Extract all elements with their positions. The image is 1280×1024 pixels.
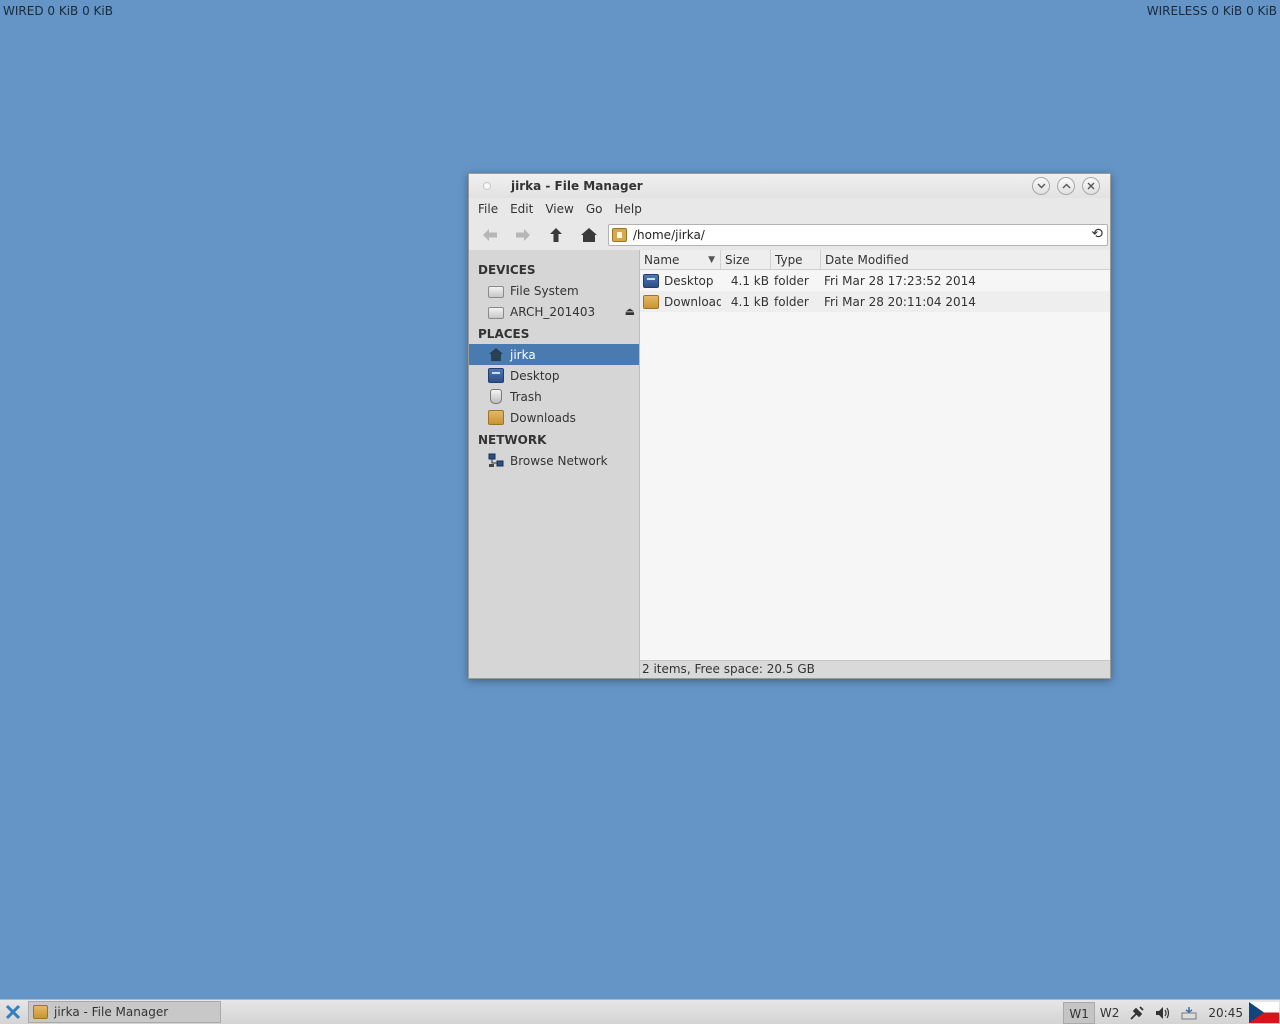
network-icon — [488, 453, 504, 467]
sidebar-item-arch[interactable]: ARCH_201403 ⏏ — [469, 301, 639, 322]
parent-folder-button[interactable] — [543, 223, 569, 247]
workspace-1-button[interactable]: W1 — [1063, 1001, 1095, 1024]
file-list-pane: Name ▼ Size Type Date Modified Desktop 4… — [640, 250, 1110, 678]
drive-icon — [488, 286, 504, 298]
sidebar-item-label: Downloads — [510, 410, 576, 425]
minimize-button[interactable] — [1032, 177, 1050, 195]
taskbar-item-file-manager[interactable]: jirka - File Manager — [28, 1001, 221, 1023]
taskbar: jirka - File Manager W1 W2 20:45 — [0, 999, 1280, 1024]
chevron-down-icon — [1037, 183, 1045, 189]
location-path[interactable]: /home/jirka/ — [633, 228, 705, 242]
trash-icon — [490, 389, 502, 404]
places-header: PLACES — [478, 327, 530, 341]
file-row[interactable]: Downloads 4.1 kB folder Fri Mar 28 20:11… — [640, 291, 1110, 312]
sidebar-item-trash[interactable]: Trash — [469, 386, 639, 407]
window-titlebar[interactable]: jirka - File Manager — [469, 174, 1110, 198]
menu-edit[interactable]: Edit — [504, 202, 539, 216]
sort-descending-icon: ▼ — [708, 255, 715, 265]
desktop-folder-icon — [488, 368, 504, 383]
file-size: 4.1 kB — [730, 273, 769, 288]
wireless-network-status: WIRELESS 0 KiB 0 KiB — [1146, 4, 1277, 18]
removable-drive-icon[interactable] — [1178, 1002, 1200, 1024]
home-folder-icon — [612, 228, 627, 242]
home-icon — [581, 228, 597, 242]
toolbar: /home/jirka/ ⟲ — [469, 220, 1110, 250]
sidebar-item-label: jirka — [510, 347, 536, 362]
menu-file[interactable]: File — [472, 202, 504, 216]
system-tray: W1 W2 20:45 — [1063, 1000, 1280, 1024]
menu-view[interactable]: View — [539, 202, 579, 216]
home-button[interactable] — [576, 223, 602, 247]
start-menu-button[interactable] — [2, 1001, 24, 1023]
close-button[interactable] — [1082, 177, 1100, 195]
menu-help[interactable]: Help — [608, 202, 647, 216]
location-bar[interactable]: /home/jirka/ ⟲ — [608, 224, 1108, 246]
sidebar-item-desktop[interactable]: Desktop — [469, 365, 639, 386]
taskbar-item-label: jirka - File Manager — [54, 1005, 169, 1019]
sidebar-item-file-system[interactable]: File System — [469, 280, 639, 301]
sidebar-item-label: Browse Network — [510, 453, 608, 468]
folder-icon — [643, 294, 659, 309]
arrow-left-icon — [483, 229, 497, 241]
sidebar-item-jirka[interactable]: jirka — [469, 344, 639, 365]
desktop-folder-icon — [643, 273, 659, 288]
menu-go[interactable]: Go — [580, 202, 609, 216]
file-type: folder — [774, 294, 809, 309]
back-button[interactable] — [477, 223, 503, 247]
file-size: 4.1 kB — [730, 294, 769, 309]
status-bar: 2 items, Free space: 20.5 GB — [640, 660, 1110, 678]
sidebar-item-browse-network[interactable]: Browse Network — [469, 450, 639, 471]
wired-network-status: WIRED 0 KiB 0 KiB — [3, 4, 113, 18]
file-name: Desktop — [664, 273, 714, 288]
file-date-modified: Fri Mar 28 20:11:04 2014 — [824, 294, 976, 309]
eject-icon[interactable]: ⏏ — [625, 305, 635, 318]
file-type: folder — [774, 273, 809, 288]
menubar: File Edit View Go Help — [469, 198, 1110, 220]
sidebar-item-label: Trash — [510, 389, 542, 404]
column-header-name[interactable]: Name ▼ — [640, 250, 721, 269]
maximize-button[interactable] — [1057, 177, 1075, 195]
folder-icon — [488, 410, 504, 425]
arrow-up-icon — [550, 228, 562, 242]
file-manager-window: jirka - File Manager File Edit View Go H… — [468, 173, 1111, 679]
sidebar: DEVICES File System ARCH_201403 ⏏ PLACES… — [469, 250, 640, 678]
keyboard-layout-flag-icon[interactable] — [1249, 1002, 1279, 1023]
sidebar-item-label: ARCH_201403 — [510, 304, 596, 319]
file-name-cell: Downloads — [640, 294, 721, 309]
column-header-label: Name — [644, 253, 680, 267]
network-plug-icon[interactable] — [1126, 1002, 1148, 1024]
column-header-row: Name ▼ Size Type Date Modified — [640, 250, 1110, 270]
file-name: Downloads — [664, 294, 721, 309]
home-folder-icon — [33, 1005, 48, 1019]
xfce-logo-icon — [5, 1004, 21, 1020]
column-header-type[interactable]: Type — [771, 250, 821, 269]
home-icon — [489, 348, 503, 361]
column-header-date-modified[interactable]: Date Modified — [821, 250, 1110, 269]
drive-icon — [488, 307, 504, 319]
column-header-size[interactable]: Size — [721, 250, 771, 269]
file-row[interactable]: Desktop 4.1 kB folder Fri Mar 28 17:23:5… — [640, 270, 1110, 291]
window-menu-icon[interactable] — [483, 182, 491, 190]
window-title: jirka - File Manager — [511, 179, 643, 193]
chevron-up-icon — [1062, 183, 1070, 189]
workspace-2-button[interactable]: W2 — [1095, 1002, 1125, 1024]
sidebar-item-downloads[interactable]: Downloads — [469, 407, 639, 428]
network-header: NETWORK — [478, 433, 547, 447]
close-icon — [1087, 182, 1095, 190]
arrow-right-icon — [516, 229, 530, 241]
clock[interactable]: 20:45 — [1202, 1006, 1249, 1020]
file-name-cell: Desktop — [640, 273, 721, 288]
sidebar-item-label: File System — [510, 283, 579, 298]
sidebar-item-label: Desktop — [510, 368, 560, 383]
forward-button[interactable] — [510, 223, 536, 247]
file-date-modified: Fri Mar 28 17:23:52 2014 — [824, 273, 976, 288]
volume-icon[interactable] — [1152, 1002, 1174, 1024]
devices-header: DEVICES — [478, 263, 536, 277]
reload-icon[interactable]: ⟲ — [1091, 226, 1103, 242]
